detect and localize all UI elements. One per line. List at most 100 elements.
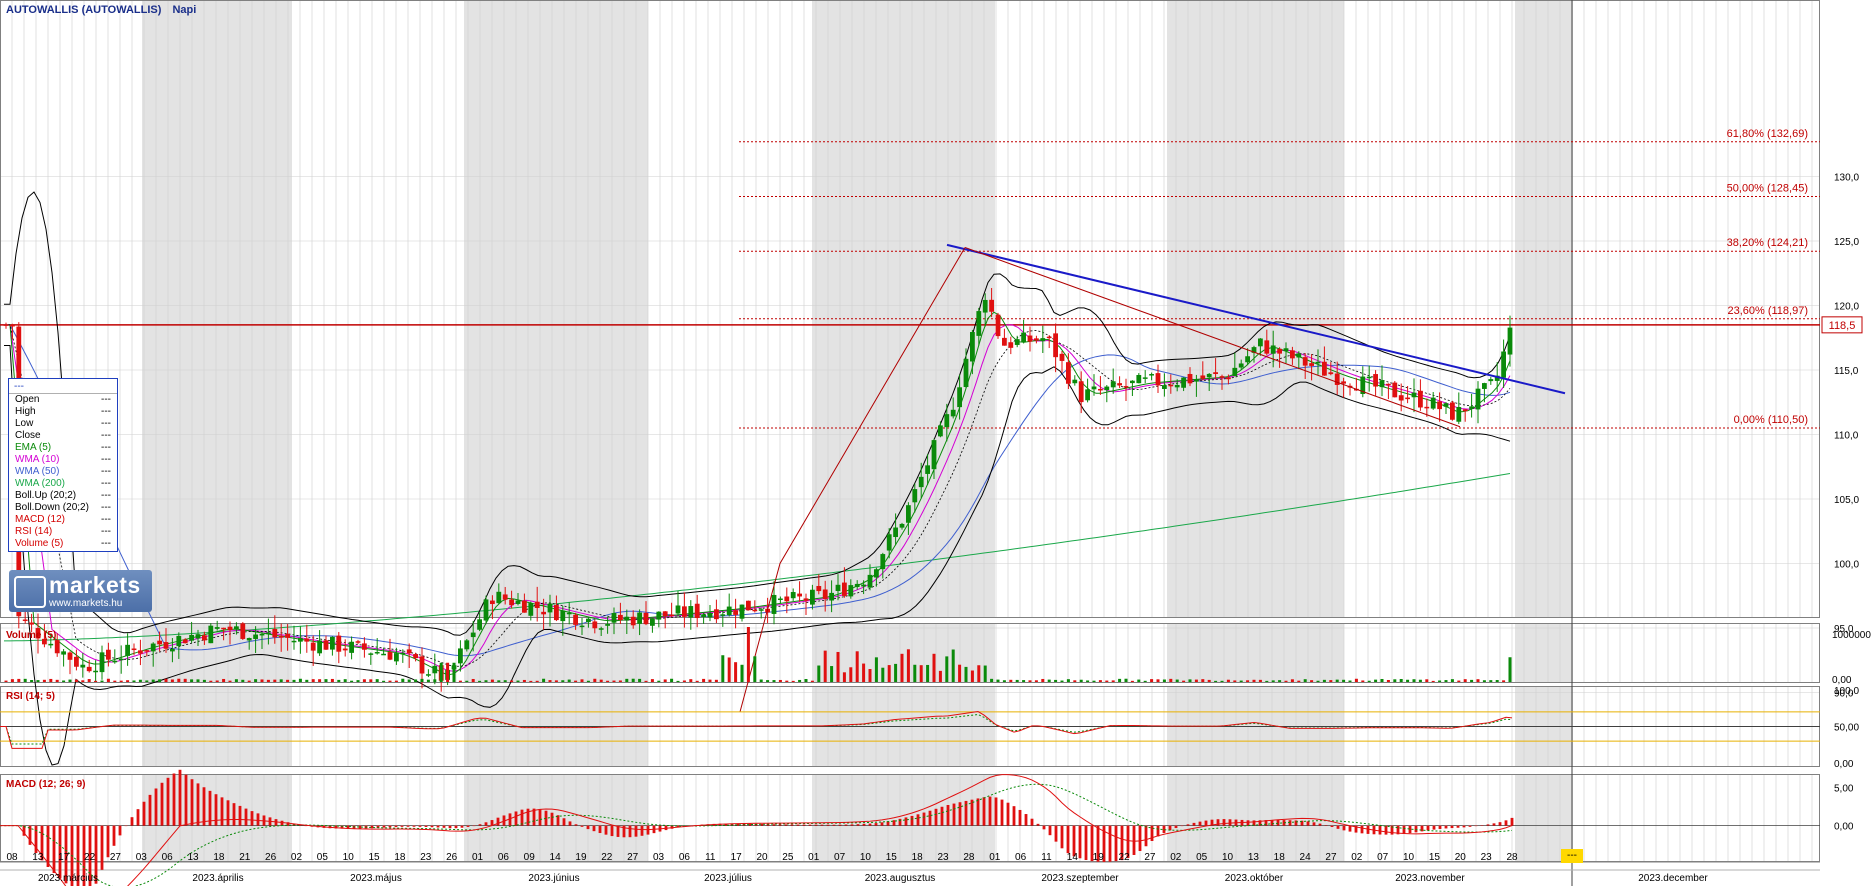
legend-item: WMA (50) ---	[9, 466, 117, 478]
volume-bar	[1047, 679, 1051, 682]
macd-hist-bar	[1186, 824, 1190, 826]
candle-body	[970, 332, 975, 362]
volume-bar	[1150, 679, 1154, 682]
candle-body	[835, 584, 841, 591]
x-month-label: 2023.november	[1395, 873, 1465, 884]
macd-hist-bar	[532, 808, 536, 826]
candle-body	[99, 652, 105, 673]
volume-bar	[670, 678, 674, 682]
macd-hist-bar	[832, 824, 836, 826]
candle-body	[195, 634, 201, 639]
volume-bar	[542, 678, 546, 682]
macd-hist-bar	[388, 825, 392, 828]
volume-bar	[151, 679, 155, 682]
candle-body	[950, 409, 956, 417]
fib-label: 50,00% (128,45)	[1727, 182, 1808, 194]
candle-body	[1379, 380, 1385, 388]
candle-body	[118, 658, 124, 661]
macd-hist-bar	[1054, 825, 1058, 842]
candle-body	[381, 653, 386, 656]
macd-hist-bar	[52, 825, 56, 873]
volume-bar	[887, 665, 891, 682]
candle-body	[893, 527, 898, 538]
candle-body	[1482, 383, 1487, 389]
candle-body	[624, 616, 630, 621]
volume-bar	[241, 679, 245, 682]
macd-hist-bar	[484, 822, 488, 826]
x-day-label: 22	[84, 852, 96, 863]
volume-bar	[30, 680, 34, 682]
macd-tick-label: 5,00	[1834, 784, 1854, 795]
macd-hist-bar	[1432, 825, 1436, 830]
candle-body	[278, 635, 284, 638]
volume-bar	[1393, 679, 1397, 682]
x-day-label: 05	[317, 852, 329, 863]
x-month-label: 2023.március	[38, 873, 98, 884]
volume-bar	[746, 627, 750, 682]
macd-hist-bar	[1462, 825, 1466, 828]
x-month-label: 2023.április	[192, 873, 243, 884]
volume-bar	[145, 680, 149, 682]
candle-body	[509, 599, 514, 606]
candle-body	[925, 465, 930, 474]
legend-item: WMA (200) ---	[9, 478, 117, 490]
volume-bar	[311, 679, 315, 682]
macd-hist-bar	[1006, 802, 1010, 826]
candle-body	[1290, 350, 1295, 359]
volume-bar	[1214, 680, 1218, 682]
x-day-label: 06	[498, 852, 510, 863]
volume-bar	[439, 662, 443, 682]
candle-body	[874, 569, 879, 578]
volume-bar	[1450, 679, 1454, 682]
legend-label: Volume (5)	[15, 538, 64, 549]
legend-value: ---	[101, 442, 111, 453]
legend-value: ---	[101, 406, 111, 417]
macd-hist-bar	[460, 825, 464, 828]
x-day-label: 15	[369, 852, 381, 863]
volume-bar	[1233, 680, 1237, 682]
macd-hist-bar	[1018, 809, 1022, 826]
volume-bar	[1054, 679, 1058, 682]
candle-body	[1443, 403, 1449, 407]
volume-bar	[1194, 679, 1198, 682]
macd-hist-bar	[646, 825, 650, 835]
legend-label: Boll.Up (20;2)	[15, 490, 77, 501]
volume-bar	[343, 679, 347, 682]
candle-body	[675, 605, 681, 614]
candle-body	[1283, 348, 1289, 352]
volume-bar	[535, 680, 539, 682]
legend-label: Low	[15, 418, 34, 429]
macd-hist-bar	[1306, 821, 1310, 826]
candle-body	[931, 440, 937, 470]
macd-hist-bar	[988, 796, 992, 826]
candle-body	[240, 623, 246, 639]
volume-bar	[708, 679, 712, 682]
candle-body	[112, 660, 118, 663]
volume-bar	[254, 679, 258, 682]
candle-body	[944, 414, 950, 428]
volume-bar	[190, 679, 194, 682]
volume-bar	[126, 680, 130, 682]
candle-body	[413, 654, 418, 659]
x-day-label: 20	[1455, 852, 1467, 863]
volume-bar	[881, 667, 885, 682]
volume-bar	[426, 679, 430, 682]
candle-body	[586, 618, 591, 623]
volume-bar	[401, 678, 405, 682]
macd-hist-bar	[280, 820, 284, 826]
legend-item: RSI (14) ---	[9, 526, 117, 538]
candle-body	[714, 609, 719, 620]
macd-hist-bar	[844, 824, 848, 826]
candle-body	[1418, 390, 1423, 408]
candle-body	[1110, 381, 1116, 388]
x-day-label: 27	[1325, 852, 1337, 863]
macd-hist-bar	[1222, 819, 1226, 826]
candle-body	[131, 648, 137, 651]
volume-bar	[132, 680, 136, 682]
volume-bar	[177, 678, 181, 682]
candle-body	[1014, 339, 1020, 345]
macd-hist-bar	[454, 825, 458, 829]
candle-body	[1008, 342, 1014, 348]
x-day-label: 23	[937, 852, 949, 863]
x-day-label: 14	[550, 852, 562, 863]
